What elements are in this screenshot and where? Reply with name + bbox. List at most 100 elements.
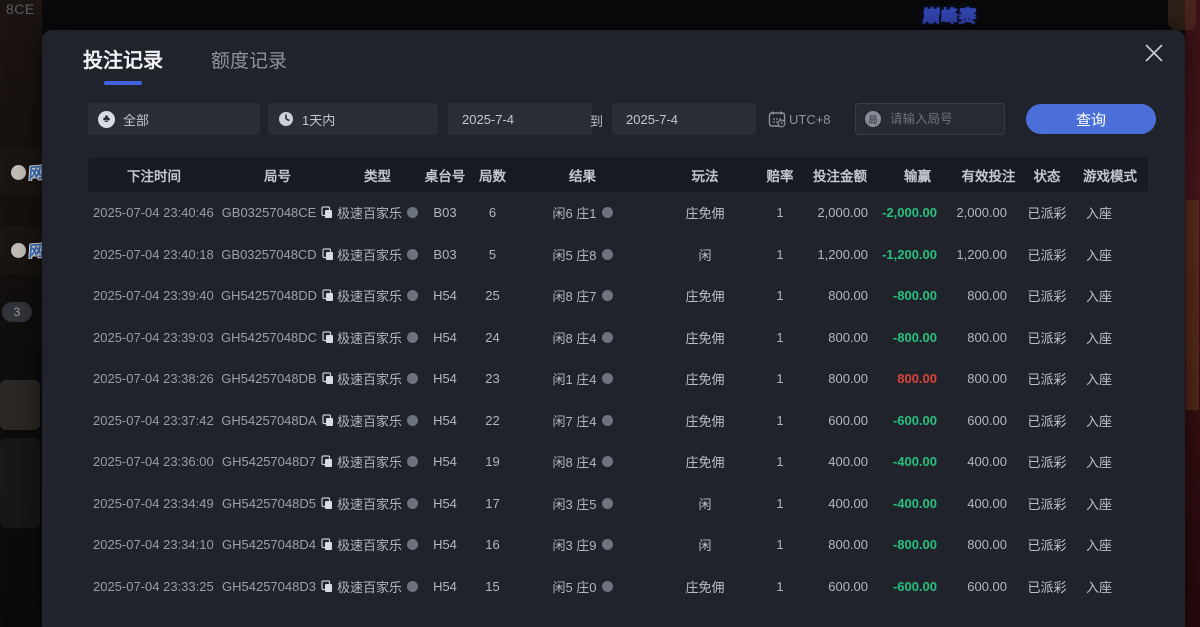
- round-id: GH54257048DA: [221, 413, 316, 428]
- table-number: H54: [420, 288, 470, 303]
- background-decor: [0, 380, 40, 430]
- table-body: 2025-07-04 23:40:46 GB03257048CE 极速百家乐 B…: [88, 192, 1148, 607]
- filter-bar: ♣ 全部 1天内 2025-7-4 到 2025-7-4: [42, 103, 1185, 136]
- betting-records-modal: 投注记录 额度记录 ♣ 全部 1天内 2025-7-4 到: [42, 30, 1185, 627]
- game-info-icon[interactable]: [407, 456, 418, 467]
- clock-icon: [278, 111, 294, 127]
- game-type: 极速百家乐: [337, 411, 402, 430]
- round-id: GH54257048D3: [222, 579, 316, 594]
- date-to-dropdown[interactable]: 2025-7-4: [612, 103, 756, 135]
- game-info-icon[interactable]: [407, 207, 418, 218]
- bet-time: 2025-07-04 23:39:40: [88, 288, 220, 303]
- time-range-dropdown[interactable]: 1天内: [268, 103, 438, 135]
- game-info-icon[interactable]: [407, 415, 418, 426]
- table-row: 2025-07-04 23:39:03 GH54257048DC 极速百家乐 H…: [88, 317, 1148, 359]
- copy-icon[interactable]: [321, 497, 333, 510]
- game-info-icon[interactable]: [407, 373, 418, 384]
- round-count: 16: [470, 537, 515, 552]
- result-value: 闲8 庄4: [552, 452, 596, 471]
- odds-value: 1: [760, 288, 800, 303]
- tab-label: 额度记录: [211, 51, 287, 72]
- table-row: 2025-07-04 23:40:46 GB03257048CE 极速百家乐 B…: [88, 192, 1148, 234]
- column-header: 局号: [220, 165, 335, 185]
- game-info-icon[interactable]: [407, 249, 418, 260]
- game-info-icon[interactable]: [407, 332, 418, 343]
- copy-icon[interactable]: [321, 455, 333, 468]
- round-count: 23: [470, 371, 515, 386]
- game-info-icon[interactable]: [407, 498, 418, 509]
- search-input[interactable]: [888, 111, 997, 127]
- bet-time: 2025-07-04 23:33:25: [88, 579, 220, 594]
- game-type-cell: 极速百家乐: [335, 369, 420, 388]
- odds-value: 1: [760, 247, 800, 262]
- close-icon[interactable]: [1143, 42, 1165, 64]
- background-decor: [1186, 200, 1199, 410]
- copy-icon[interactable]: [321, 206, 333, 219]
- game-type-dropdown[interactable]: ♣ 全部: [88, 103, 260, 135]
- tab-bar: 投注记录 额度记录: [83, 44, 287, 85]
- result-detail-icon[interactable]: [602, 249, 613, 260]
- game-mode: 入座: [1072, 328, 1148, 347]
- valid-bet: 400.00: [955, 454, 1022, 469]
- table-header-row: 下注时间局号类型桌台号局数结果玩法赔率投注金额输赢有效投注状态游戏模式: [88, 158, 1148, 192]
- status-value: 已派彩: [1022, 286, 1072, 305]
- tab-quota-records[interactable]: 额度记录: [211, 46, 287, 85]
- result-detail-icon[interactable]: [602, 581, 613, 592]
- round-id: GH54257048D7: [222, 454, 316, 469]
- copy-icon[interactable]: [322, 248, 334, 261]
- game-type-icon: ♣: [98, 111, 115, 128]
- game-info-icon[interactable]: [407, 539, 418, 550]
- round-id: GB03257048CD: [221, 247, 316, 262]
- result-detail-icon[interactable]: [602, 332, 613, 343]
- result-detail-icon[interactable]: [602, 373, 613, 384]
- game-info-icon[interactable]: [407, 290, 418, 301]
- query-button[interactable]: 查询: [1026, 104, 1156, 134]
- status-value: 已派彩: [1022, 577, 1072, 596]
- round-id: GH54257048D4: [222, 537, 316, 552]
- valid-bet: 2,000.00: [955, 205, 1022, 220]
- round-search-field: 局: [855, 103, 1005, 135]
- bet-amount: 600.00: [800, 579, 880, 594]
- copy-icon[interactable]: [322, 289, 334, 302]
- game-type: 极速百家乐: [337, 535, 402, 554]
- sticker-face-icon: [11, 243, 26, 258]
- result-detail-icon[interactable]: [602, 415, 613, 426]
- result-detail-icon[interactable]: [602, 456, 613, 467]
- date-from-dropdown[interactable]: 2025-7-4: [448, 103, 592, 135]
- table-number: H54: [420, 413, 470, 428]
- copy-icon[interactable]: [321, 580, 333, 593]
- round-id: GH54257048DC: [221, 330, 317, 345]
- odds-value: 1: [760, 579, 800, 594]
- to-label: 到: [590, 111, 603, 130]
- tab-betting-records[interactable]: 投注记录: [83, 44, 163, 85]
- copy-icon[interactable]: [321, 538, 333, 551]
- result-cell: 闲7 庄4: [515, 411, 650, 430]
- result-detail-icon[interactable]: [602, 290, 613, 301]
- table-row: 2025-07-04 23:38:26 GH54257048DB 极速百家乐 H…: [88, 358, 1148, 400]
- copy-icon[interactable]: [322, 414, 334, 427]
- table-number: H54: [420, 330, 470, 345]
- background-decor: [1168, 0, 1196, 30]
- result-detail-icon[interactable]: [602, 498, 613, 509]
- valid-bet: 400.00: [955, 496, 1022, 511]
- copy-icon[interactable]: [322, 331, 334, 344]
- round-count: 25: [470, 288, 515, 303]
- bet-amount: 400.00: [800, 496, 880, 511]
- game-type-cell: 极速百家乐: [335, 203, 420, 222]
- game-mode: 入座: [1072, 452, 1148, 471]
- copy-icon[interactable]: [322, 372, 334, 385]
- result-detail-icon[interactable]: [602, 539, 613, 550]
- result-detail-icon[interactable]: [602, 207, 613, 218]
- round-id: GH54257048D5: [222, 496, 316, 511]
- calendar-clock-icon: [768, 110, 786, 128]
- win-loss-value: -600.00: [880, 413, 955, 428]
- bet-time: 2025-07-04 23:38:26: [88, 371, 220, 386]
- round-count: 24: [470, 330, 515, 345]
- play-type: 庄免佣: [650, 577, 760, 596]
- round-id-cell: GB03257048CD: [220, 247, 335, 262]
- play-type: 闲: [650, 245, 760, 264]
- game-type-cell: 极速百家乐: [335, 286, 420, 305]
- column-header: 玩法: [650, 165, 760, 185]
- game-info-icon[interactable]: [407, 581, 418, 592]
- game-type: 极速百家乐: [337, 494, 402, 513]
